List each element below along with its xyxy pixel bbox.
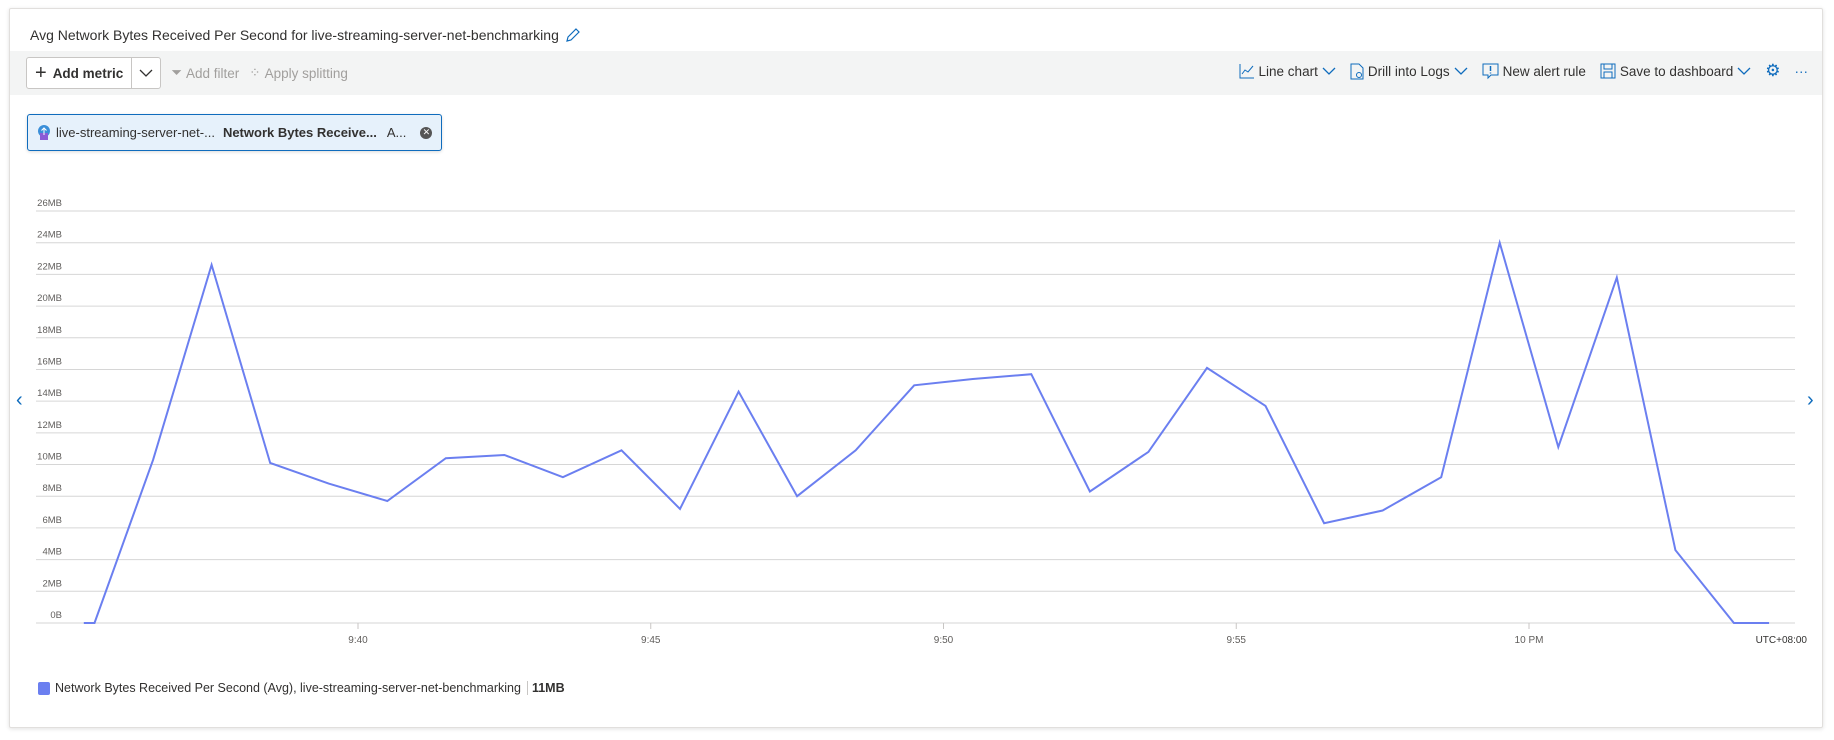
y-tick-label: 22MB xyxy=(37,261,62,272)
y-tick-label: 16MB xyxy=(37,356,62,367)
add-metric-button[interactable]: + Add metric xyxy=(27,58,133,88)
x-tick-label: 9:45 xyxy=(641,635,661,646)
drill-into-logs-label: Drill into Logs xyxy=(1367,63,1450,79)
add-filter-button[interactable]: ⏷ Add filter xyxy=(171,65,239,81)
legend-divider xyxy=(526,681,528,695)
apply-splitting-button[interactable]: ⁘ Apply splitting xyxy=(249,65,348,81)
chart-title: Avg Network Bytes Received Per Second fo… xyxy=(30,27,581,43)
settings-button[interactable]: ⚙ xyxy=(1765,61,1780,81)
more-options-button[interactable]: ··· xyxy=(1795,64,1809,79)
y-tick-label: 18MB xyxy=(37,325,62,336)
legend-series-name: Network Bytes Received Per Second (Avg),… xyxy=(55,681,521,695)
x-tick-label: 10 PM xyxy=(1515,635,1544,646)
y-tick-label: 2MB xyxy=(42,578,62,589)
y-tick-label: 4MB xyxy=(42,547,62,558)
metrics-chart-card: Avg Network Bytes Received Per Second fo… xyxy=(9,8,1823,728)
chip-aggregation: A... xyxy=(386,125,407,140)
chip-resource: live-streaming-server-net-... xyxy=(56,125,215,140)
chart-title-text: Avg Network Bytes Received Per Second fo… xyxy=(30,27,559,43)
splitting-icon: ⁘ xyxy=(249,65,261,80)
add-metric-split-button: + Add metric xyxy=(26,57,162,89)
y-tick-label: 14MB xyxy=(37,388,62,399)
resource-cloud-icon xyxy=(38,124,50,140)
line-chart-button[interactable]: Line chart xyxy=(1239,63,1336,79)
x-tick-label: 9:55 xyxy=(1227,635,1247,646)
metric-chip[interactable]: live-streaming-server-net-... Network By… xyxy=(27,114,442,151)
apply-splitting-label: Apply splitting xyxy=(264,65,348,81)
line-chart-icon xyxy=(1239,64,1254,79)
y-tick-label: 6MB xyxy=(42,515,62,526)
chevron-left-icon[interactable]: ‹ xyxy=(16,389,23,412)
save-to-dashboard-label: Save to dashboard xyxy=(1619,63,1734,79)
timezone-label: UTC+08:00 xyxy=(1756,635,1808,646)
add-filter-label: Add filter xyxy=(186,65,240,81)
y-tick-label: 12MB xyxy=(37,420,62,431)
x-tick-label: 9:50 xyxy=(934,635,954,646)
add-metric-dropdown[interactable] xyxy=(132,58,160,88)
add-metric-label: Add metric xyxy=(52,65,124,81)
line-chart-label: Line chart xyxy=(1258,63,1318,79)
alert-icon xyxy=(1482,63,1499,79)
y-tick-label: 0B xyxy=(50,610,62,621)
filter-icon: ⏷ xyxy=(171,65,183,80)
series-line xyxy=(83,238,1770,624)
chevron-down-icon xyxy=(1454,67,1468,75)
legend-summary-value: 11MB xyxy=(531,681,565,695)
y-tick-label: 24MB xyxy=(37,230,62,241)
new-alert-rule-label: New alert rule xyxy=(1502,63,1586,79)
gear-icon: ⚙ xyxy=(1765,61,1781,80)
legend-swatch xyxy=(38,681,50,695)
log-document-icon xyxy=(1350,63,1364,79)
chevron-down-icon xyxy=(1737,67,1751,75)
y-tick-label: 20MB xyxy=(37,293,62,304)
toolbar: + Add metric ⏷ Add filter ⁘ Apply splitt… xyxy=(10,51,1822,95)
y-tick-label: 10MB xyxy=(37,452,62,463)
chevron-right-icon[interactable]: › xyxy=(1807,389,1814,412)
y-tick-label: 8MB xyxy=(42,483,62,494)
y-tick-label: 26MB xyxy=(37,198,62,209)
x-tick-label: 9:40 xyxy=(348,635,368,646)
plus-icon: + xyxy=(35,61,47,84)
save-to-dashboard-button[interactable]: Save to dashboard xyxy=(1600,63,1751,79)
legend: Network Bytes Received Per Second (Avg),… xyxy=(38,681,565,695)
chip-metric: Network Bytes Receive... xyxy=(222,125,377,140)
drill-into-logs-button[interactable]: Drill into Logs xyxy=(1350,63,1468,80)
chevron-down-icon xyxy=(1322,67,1336,75)
close-icon[interactable]: ✕ xyxy=(420,126,433,139)
save-icon xyxy=(1600,63,1616,79)
chevron-down-icon xyxy=(139,69,153,77)
edit-pencil-icon[interactable] xyxy=(565,27,581,43)
more-icon: ··· xyxy=(1794,63,1809,79)
new-alert-rule-button[interactable]: New alert rule xyxy=(1482,63,1586,80)
